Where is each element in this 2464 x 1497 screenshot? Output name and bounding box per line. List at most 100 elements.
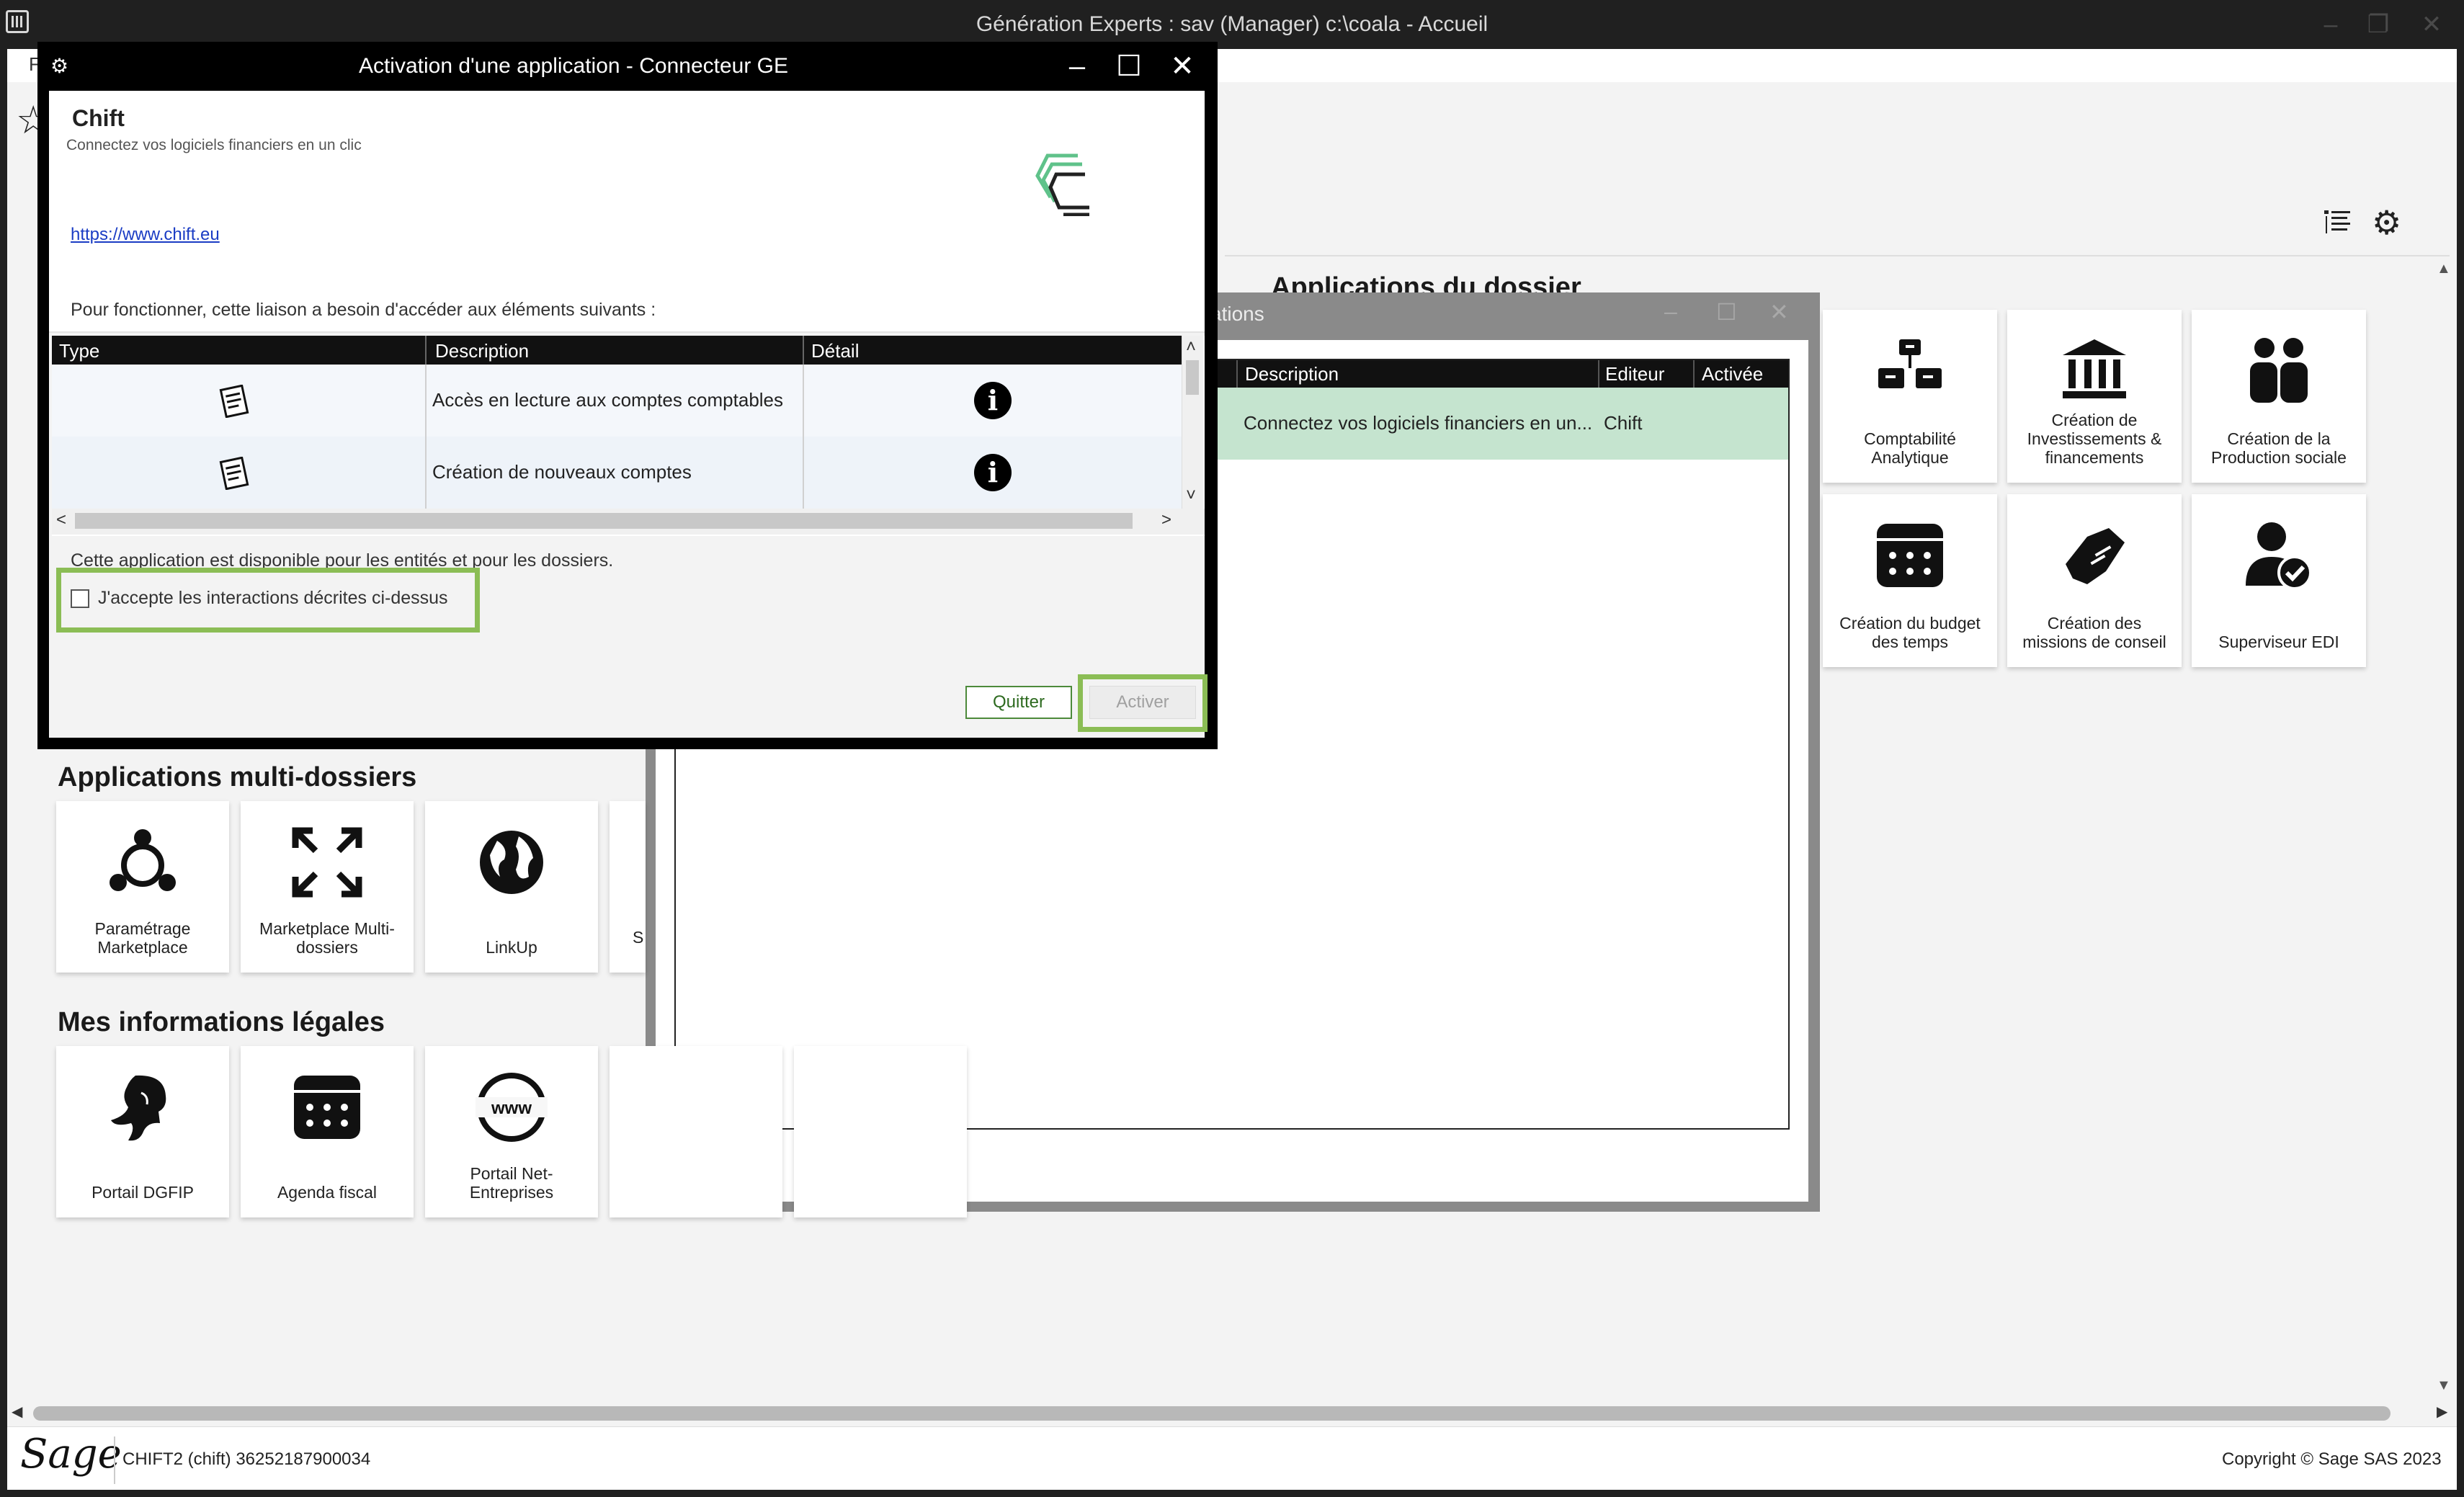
scroll-down-icon[interactable]: ▼	[2437, 1377, 2451, 1394]
column-header-description[interactable]: Description	[435, 340, 529, 362]
scroll-right-icon[interactable]: ˃	[1161, 511, 1171, 529]
tile-label: Agenda fiscal	[277, 1183, 378, 1202]
info-icon[interactable]: i	[974, 454, 1012, 491]
scroll-left-icon[interactable]: ◀	[12, 1405, 22, 1419]
accept-label[interactable]: J'accepte les interactions décrites ci-d…	[98, 588, 448, 609]
tile-superviseur-edi[interactable]: Superviseur EDI	[2192, 494, 2366, 667]
globe-icon	[476, 823, 548, 902]
tile-budget-temps[interactable]: Création du budget des temps	[1823, 494, 1997, 667]
tile-missions-conseil[interactable]: Création des missions de conseil	[2007, 494, 2182, 667]
vertical-scrollbar-thumb[interactable]	[1186, 360, 1199, 395]
calendar-icon	[291, 1068, 363, 1147]
www-globe-icon: www	[476, 1068, 548, 1147]
tile-hidden[interactable]	[610, 1046, 782, 1217]
svg-text:www: www	[491, 1099, 532, 1118]
app-name: Chift	[72, 105, 125, 131]
sage-logo: Sage	[20, 1431, 122, 1478]
column-header-editeur[interactable]: Editeur	[1605, 363, 1664, 385]
tile-label: LinkUp	[486, 938, 537, 957]
tile-label: Création de la Production sociale	[2211, 429, 2347, 467]
scroll-left-icon[interactable]: ˂	[56, 511, 66, 529]
close-icon[interactable]: ✕	[2399, 0, 2464, 49]
scroll-up-icon[interactable]: ˄	[1186, 339, 1196, 356]
minimize-icon[interactable]: –	[1664, 298, 1677, 325]
close-icon[interactable]: ✕	[1159, 42, 1206, 91]
tile-label: Portail DGFIP	[91, 1183, 194, 1202]
horizontal-scrollbar-thumb[interactable]	[75, 513, 1133, 529]
tile-label: Création des missions de conseil	[2022, 614, 2166, 651]
tile-production-sociale[interactable]: Création de la Production sociale	[2192, 310, 2366, 483]
column-header-activee[interactable]: Activée	[1702, 363, 1763, 385]
horizontal-scrollbar-thumb[interactable]	[33, 1406, 2391, 1421]
tile-investissements[interactable]: Création de Investissements & financemen…	[2007, 310, 2182, 483]
tile-label: S	[633, 928, 644, 947]
tile-label: Comptabilité Analytique	[1864, 429, 1956, 467]
permission-description: Création de nouveaux comptes	[432, 461, 692, 483]
gear-icon[interactable]: ⚙	[2372, 206, 2401, 239]
table-row[interactable]: Création de nouveaux comptes i	[52, 437, 1182, 509]
window-border	[0, 49, 7, 1497]
tile-label: Superviseur EDI	[2218, 633, 2339, 651]
dialog-title: Activation d'une application - Connecteu…	[358, 54, 789, 78]
section-title-multi: Applications multi-dossiers	[58, 762, 417, 792]
permissions-table-header: Type Description Détail	[52, 336, 1182, 365]
user-check-icon	[2243, 516, 2315, 595]
activate-button[interactable]: Activer	[1089, 686, 1196, 719]
row-description: Connectez vos logiciels financiers en un…	[1244, 412, 1593, 434]
close-icon[interactable]: ✕	[1769, 298, 1789, 326]
applications-window-title: ations	[1210, 303, 1264, 325]
handshake-icon	[2058, 516, 2130, 595]
app-tagline: Connectez vos logiciels financiers en un…	[66, 137, 362, 153]
tile-label: Création de Investissements & financemen…	[2027, 411, 2162, 467]
divider	[114, 1436, 115, 1484]
status-bar	[7, 1426, 2457, 1490]
app-menu-icon[interactable]	[6, 10, 29, 33]
network-icon	[107, 823, 179, 902]
document-icon	[219, 457, 249, 490]
window-border	[0, 1490, 2464, 1497]
hierarchy-boxes-icon	[1874, 331, 1946, 411]
scroll-down-icon[interactable]: ˅	[1186, 487, 1196, 504]
tile-label: Création du budget des temps	[1839, 614, 1981, 651]
tile-label: Marketplace Multi-dossiers	[259, 919, 395, 957]
minimize-icon[interactable]: –	[1053, 42, 1101, 91]
window-border	[2457, 49, 2464, 1497]
column-header-detail[interactable]: Détail	[811, 340, 859, 362]
tile-comptabilite-analytique[interactable]: Comptabilité Analytique	[1823, 310, 1997, 483]
scroll-up-icon[interactable]: ▲	[2437, 261, 2451, 277]
chift-logo-icon	[1035, 153, 1089, 216]
tile-hidden[interactable]	[794, 1046, 967, 1217]
tile-portail-net-entreprises[interactable]: www Portail Net-Entreprises	[425, 1046, 598, 1217]
tile-parametrage-marketplace[interactable]: Paramétrage Marketplace	[56, 801, 229, 973]
list-view-icon[interactable]	[2323, 207, 2352, 236]
tile-label: Paramétrage Marketplace	[94, 919, 191, 957]
column-header-description[interactable]: Description	[1245, 363, 1339, 385]
document-icon	[219, 385, 249, 418]
tile-label: Portail Net-Entreprises	[469, 1164, 554, 1202]
bank-icon	[2058, 331, 2130, 411]
calendar-icon	[1874, 516, 1946, 595]
dialog-title-bar: ⚙ Activation d'une application - Connect…	[37, 42, 1218, 91]
tile-marketplace-multi[interactable]: Marketplace Multi-dossiers	[241, 801, 414, 973]
permission-description: Accès en lecture aux comptes comptables	[432, 389, 784, 411]
section-title-legal: Mes informations légales	[58, 1007, 385, 1037]
marianne-icon	[107, 1068, 179, 1147]
accept-checkbox[interactable]	[71, 589, 89, 608]
app-info-panel	[49, 91, 1205, 333]
column-header-type[interactable]: Type	[59, 340, 99, 362]
tile-linkup[interactable]: LinkUp	[425, 801, 598, 973]
scroll-right-icon[interactable]: ▶	[2437, 1405, 2447, 1419]
tile-portail-dgfip[interactable]: Portail DGFIP	[56, 1046, 229, 1217]
copyright: Copyright © Sage SAS 2023	[2222, 1449, 2442, 1469]
table-row[interactable]: Accès en lecture aux comptes comptables …	[52, 365, 1182, 437]
quit-button[interactable]: Quitter	[965, 686, 1072, 719]
tile-agenda-fiscal[interactable]: Agenda fiscal	[241, 1046, 414, 1217]
info-icon[interactable]: i	[974, 382, 1012, 419]
maximize-icon[interactable]: ☐	[1716, 298, 1737, 326]
maximize-icon[interactable]: ☐	[1105, 42, 1153, 91]
app-website-link[interactable]: https://www.chift.eu	[71, 225, 220, 245]
permissions-intro: Pour fonctionner, cette liaison a besoin…	[71, 300, 656, 320]
divider	[1225, 255, 2450, 256]
tile-partial[interactable]: S	[610, 801, 646, 973]
expand-arrows-icon	[291, 823, 363, 902]
